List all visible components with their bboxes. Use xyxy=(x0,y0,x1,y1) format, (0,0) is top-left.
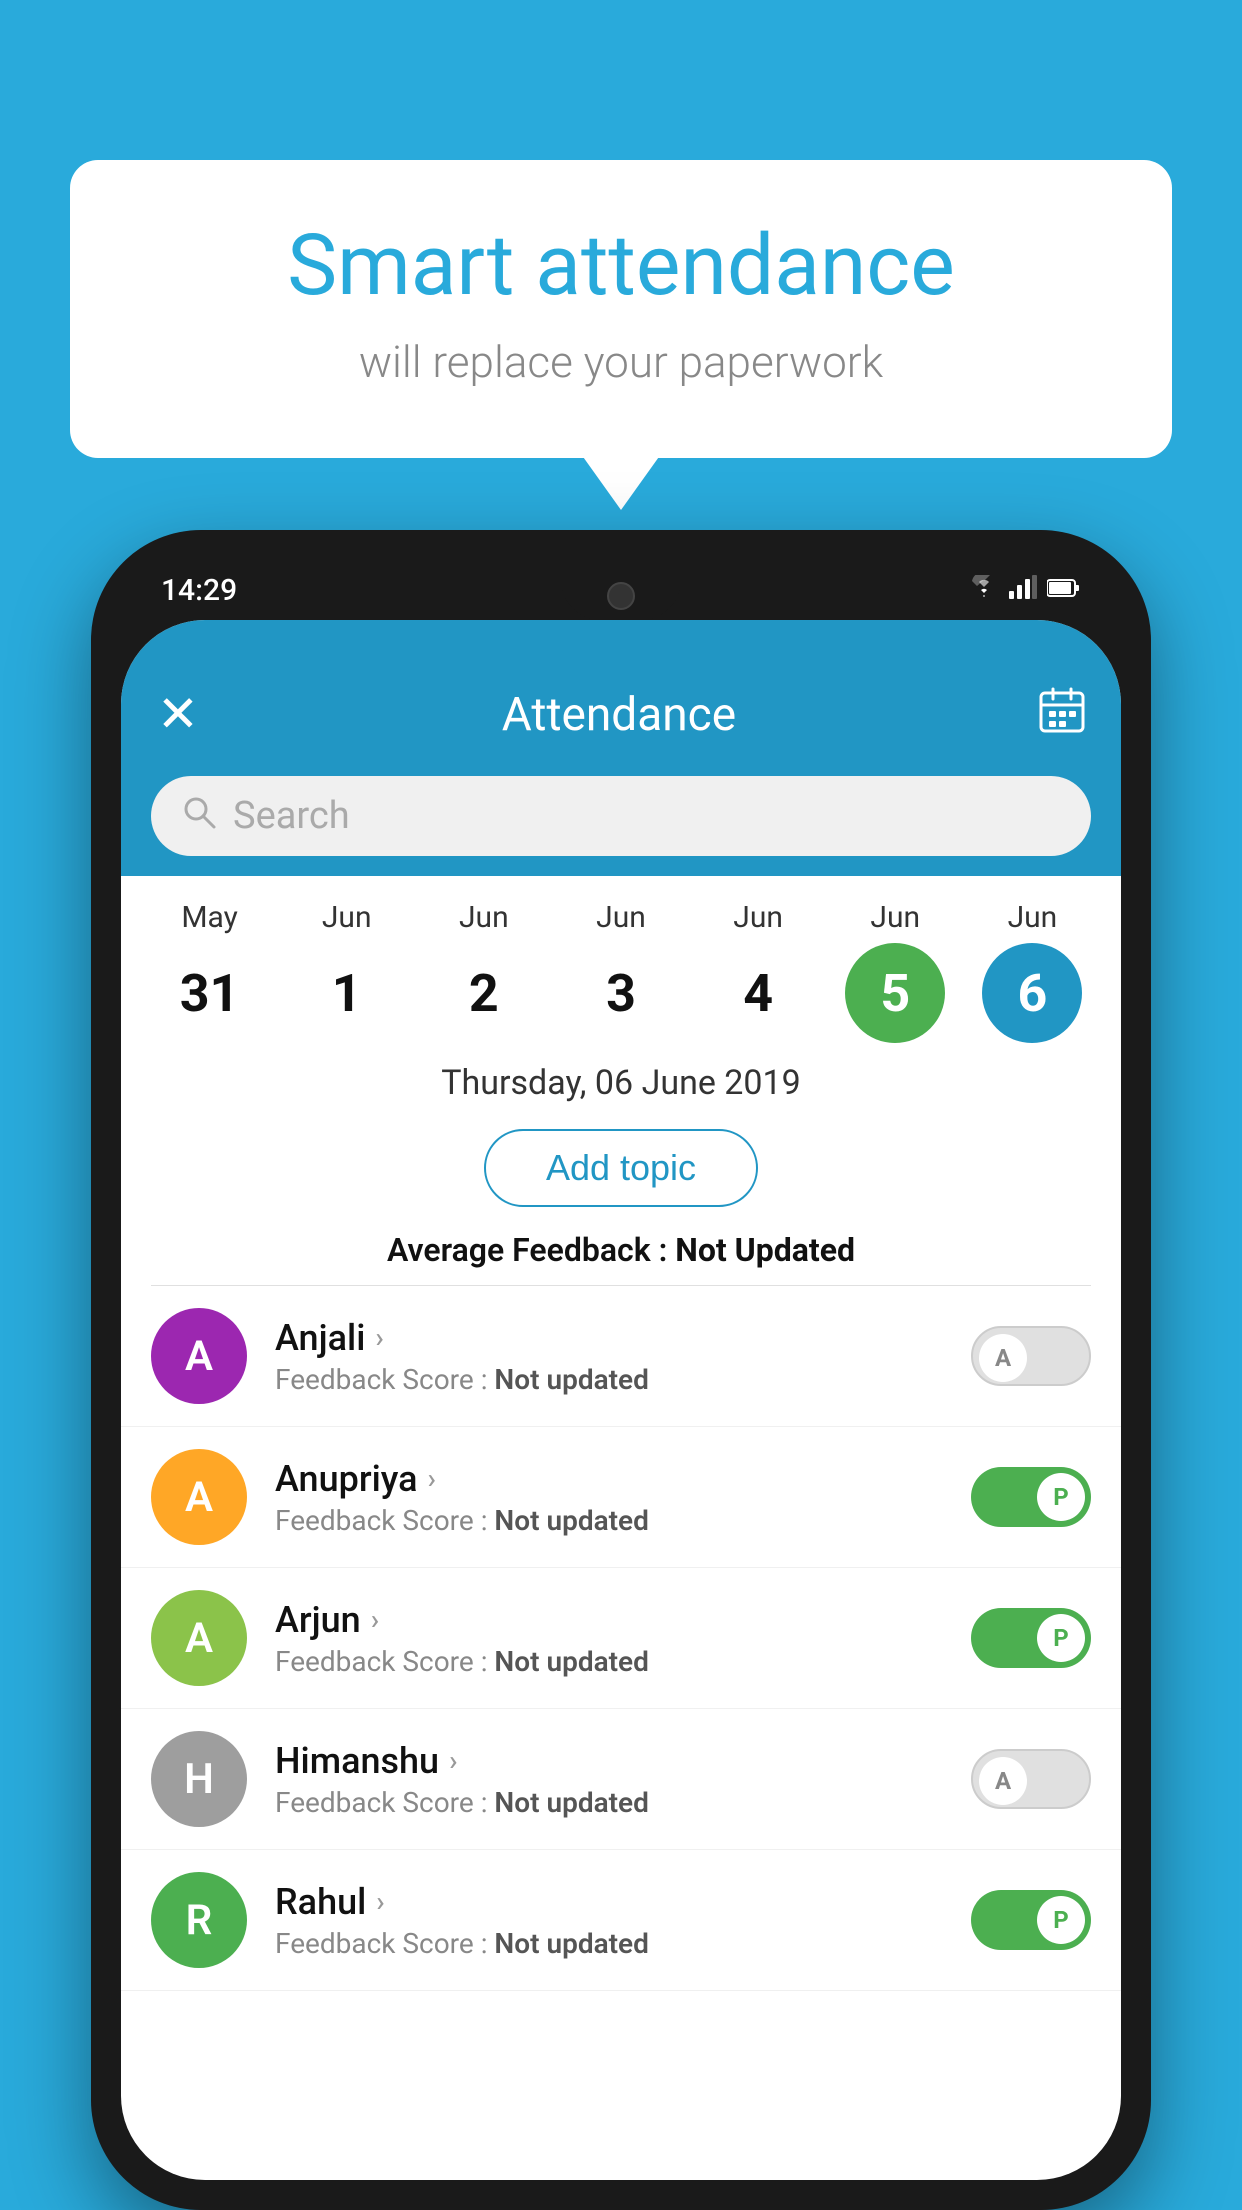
student-avatar: A xyxy=(151,1590,247,1686)
calendar-day-number[interactable]: 31 xyxy=(160,943,260,1043)
student-score: Feedback Score : Not updated xyxy=(275,1645,971,1678)
chevron-icon: › xyxy=(428,1462,436,1495)
status-bar: 14:29 xyxy=(151,565,1091,615)
calendar-day-number[interactable]: 2 xyxy=(434,943,534,1043)
add-topic-button[interactable]: Add topic xyxy=(484,1129,758,1207)
avg-feedback-value: Not Updated xyxy=(675,1231,855,1269)
calendar-day-number[interactable]: 6 xyxy=(982,943,1082,1043)
calendar-day-number[interactable]: 3 xyxy=(571,943,671,1043)
student-score: Feedback Score : Not updated xyxy=(275,1786,971,1819)
calendar-date-item[interactable]: Jun 1 xyxy=(282,900,412,1043)
student-name: Rahul › xyxy=(275,1881,971,1923)
attendance-toggle[interactable]: P xyxy=(971,1608,1091,1668)
student-item[interactable]: A Arjun › Feedback Score : Not updated P xyxy=(121,1568,1121,1709)
student-item[interactable]: H Himanshu › Feedback Score : Not updatedA xyxy=(121,1709,1121,1850)
phone-wrapper: 14:29 xyxy=(91,530,1151,2210)
avg-feedback: Average Feedback : Not Updated xyxy=(121,1223,1121,1285)
app-bar: ✕ Attendance xyxy=(121,620,1121,760)
toggle-knob: P xyxy=(1037,1896,1085,1944)
calendar-date-item[interactable]: Jun 3 xyxy=(556,900,686,1043)
student-avatar: A xyxy=(151,1449,247,1545)
toggle-knob: A xyxy=(979,1334,1027,1382)
toggle-knob: P xyxy=(1037,1473,1085,1521)
attendance-toggle[interactable]: A xyxy=(971,1749,1091,1809)
student-item[interactable]: AAnjali ›Feedback Score : Not updatedA xyxy=(121,1286,1121,1427)
bubble-title: Smart attendance xyxy=(150,220,1092,312)
student-avatar: H xyxy=(151,1731,247,1827)
toggle-knob: A xyxy=(979,1757,1027,1805)
search-container: Search xyxy=(121,760,1121,876)
student-info: Anjali › Feedback Score : Not updated xyxy=(247,1317,971,1396)
calendar-month-label: Jun xyxy=(1008,900,1058,935)
search-input-placeholder[interactable]: Search xyxy=(233,794,350,838)
student-name: Anupriya › xyxy=(275,1458,971,1500)
attendance-toggle[interactable]: P xyxy=(971,1890,1091,1950)
close-button[interactable]: ✕ xyxy=(157,690,199,740)
student-score: Feedback Score : Not updated xyxy=(275,1363,971,1396)
chevron-icon: › xyxy=(449,1744,457,1777)
calendar-date-item[interactable]: Jun 4 xyxy=(693,900,823,1043)
calendar-month-label: Jun xyxy=(733,900,783,935)
wifi-icon xyxy=(969,575,999,605)
speech-bubble: Smart attendance will replace your paper… xyxy=(70,160,1172,458)
calendar-date-item[interactable]: Jun 5 xyxy=(830,900,960,1043)
chevron-icon: › xyxy=(376,1885,384,1918)
student-info: Himanshu › Feedback Score : Not updated xyxy=(247,1740,971,1819)
student-item[interactable]: R Rahul › Feedback Score : Not updated P xyxy=(121,1850,1121,1991)
student-name: Himanshu › xyxy=(275,1740,971,1782)
chevron-icon: › xyxy=(371,1603,379,1636)
calendar-date-item[interactable]: Jun 6 xyxy=(967,900,1097,1043)
calendar-month-label: May xyxy=(181,900,237,935)
student-info: Arjun › Feedback Score : Not updated xyxy=(247,1599,971,1678)
calendar-month-label: Jun xyxy=(459,900,509,935)
calendar-month-label: Jun xyxy=(870,900,920,935)
student-name: Anjali › xyxy=(275,1317,971,1359)
bubble-subtitle: will replace your paperwork xyxy=(150,336,1092,388)
search-bar[interactable]: Search xyxy=(151,776,1091,856)
student-avatar: R xyxy=(151,1872,247,1968)
app-title: Attendance xyxy=(199,688,1039,742)
selected-date-label: Thursday, 06 June 2019 xyxy=(121,1053,1121,1109)
calendar-month-label: Jun xyxy=(596,900,646,935)
chevron-icon: › xyxy=(375,1321,383,1354)
student-name: Arjun › xyxy=(275,1599,971,1641)
battery-icon xyxy=(1047,576,1081,604)
add-topic-container: Add topic xyxy=(121,1109,1121,1223)
toggle-knob: P xyxy=(1037,1614,1085,1662)
signal-icon xyxy=(1009,575,1037,605)
student-info: Anupriya › Feedback Score : Not updated xyxy=(247,1458,971,1537)
student-item[interactable]: A Anupriya › Feedback Score : Not updated P xyxy=(121,1427,1121,1568)
calendar-icon[interactable] xyxy=(1039,687,1085,744)
attendance-toggle[interactable]: A xyxy=(971,1326,1091,1386)
status-time: 14:29 xyxy=(161,573,237,608)
search-icon xyxy=(181,794,217,839)
calendar-day-number[interactable]: 1 xyxy=(297,943,397,1043)
avg-feedback-prefix: Average Feedback : xyxy=(387,1231,675,1269)
calendar-date-item[interactable]: Jun 2 xyxy=(419,900,549,1043)
calendar-day-number[interactable]: 5 xyxy=(845,943,945,1043)
calendar-day-number[interactable]: 4 xyxy=(708,943,808,1043)
phone-screen: ✕ Attendance xyxy=(121,620,1121,2180)
calendar-strip: May 31 Jun 1 Jun 2 Jun 3 Jun 4 Jun 5 Jun 6 xyxy=(121,876,1121,1053)
calendar-date-item[interactable]: May 31 xyxy=(145,900,275,1043)
attendance-toggle[interactable]: P xyxy=(971,1467,1091,1527)
student-score: Feedback Score : Not updated xyxy=(275,1504,971,1537)
status-icons xyxy=(969,575,1081,605)
phone-frame: 14:29 xyxy=(91,530,1151,2210)
student-list: AAnjali ›Feedback Score : Not updatedAAA… xyxy=(121,1286,1121,1991)
speech-bubble-wrapper: Smart attendance will replace your paper… xyxy=(70,160,1172,458)
student-avatar: A xyxy=(151,1308,247,1404)
student-score: Feedback Score : Not updated xyxy=(275,1927,971,1960)
calendar-month-label: Jun xyxy=(322,900,372,935)
student-info: Rahul › Feedback Score : Not updated xyxy=(247,1881,971,1960)
